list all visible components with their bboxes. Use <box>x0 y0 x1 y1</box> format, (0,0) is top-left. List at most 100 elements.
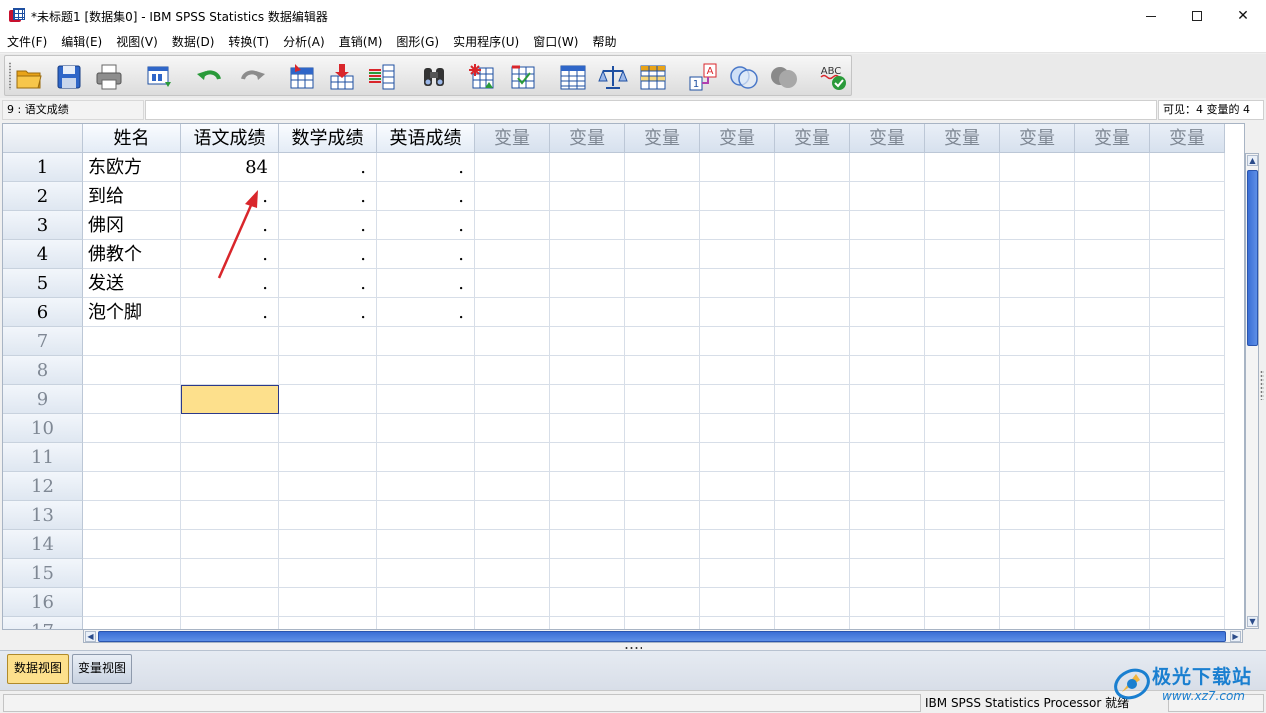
row-number[interactable]: 8 <box>3 356 83 385</box>
grid-cell[interactable] <box>1000 211 1075 240</box>
grid-cell[interactable] <box>377 443 475 472</box>
grid-cell[interactable]: 佛教个 <box>83 240 181 269</box>
grid-cell[interactable] <box>1150 211 1225 240</box>
grid-cell[interactable] <box>850 385 925 414</box>
grid-cell[interactable] <box>1150 240 1225 269</box>
grid-cell[interactable] <box>83 472 181 501</box>
grid-cell[interactable] <box>850 356 925 385</box>
grid-cell[interactable] <box>1000 269 1075 298</box>
grid-cell[interactable] <box>775 153 850 182</box>
column-header-empty-variable[interactable]: 变量 <box>550 124 625 153</box>
grid-cell[interactable] <box>83 443 181 472</box>
grid-cell[interactable] <box>700 501 775 530</box>
grid-cell[interactable]: . <box>377 182 475 211</box>
grid-cell[interactable]: . <box>181 298 279 327</box>
grid-cell[interactable] <box>475 211 550 240</box>
grid-cell[interactable] <box>1000 327 1075 356</box>
column-header[interactable]: 语文成绩 <box>181 124 279 153</box>
grid-cell[interactable] <box>475 182 550 211</box>
grid-cell[interactable] <box>625 588 700 617</box>
grid-cell[interactable] <box>279 443 377 472</box>
grid-cell[interactable] <box>925 414 1000 443</box>
grid-cell[interactable] <box>83 501 181 530</box>
grid-cell[interactable] <box>925 588 1000 617</box>
menu-window[interactable]: 窗口(W) <box>526 32 585 53</box>
grid-cell[interactable] <box>925 356 1000 385</box>
menu-file[interactable]: 文件(F) <box>0 32 54 53</box>
grid-cell[interactable] <box>181 501 279 530</box>
grid-cell[interactable] <box>775 559 850 588</box>
spell-check-button[interactable]: ABC <box>818 62 848 92</box>
grid-cell[interactable] <box>1150 414 1225 443</box>
column-header-empty-variable[interactable]: 变量 <box>700 124 775 153</box>
grid-cell[interactable] <box>700 530 775 559</box>
grid-cell[interactable] <box>1000 588 1075 617</box>
row-number[interactable]: 3 <box>3 211 83 240</box>
grid-cell[interactable] <box>550 414 625 443</box>
horizontal-scrollbar[interactable]: ◀ ▶ <box>83 629 1243 643</box>
grid-cell[interactable] <box>700 153 775 182</box>
grid-cell[interactable] <box>1000 298 1075 327</box>
grid-cell[interactable]: . <box>279 298 377 327</box>
grid-cell[interactable] <box>279 327 377 356</box>
grid-cell[interactable] <box>475 530 550 559</box>
grid-cell[interactable] <box>775 269 850 298</box>
grid-cell[interactable] <box>1075 472 1150 501</box>
grid-cell[interactable] <box>181 472 279 501</box>
row-number[interactable]: 5 <box>3 269 83 298</box>
grid-cell[interactable] <box>1075 501 1150 530</box>
grid-cell[interactable] <box>925 211 1000 240</box>
grid-cell[interactable] <box>850 298 925 327</box>
grid-cell[interactable]: . <box>377 269 475 298</box>
grid-cell[interactable] <box>550 559 625 588</box>
row-number[interactable]: 17 <box>3 617 83 629</box>
grid-cell[interactable] <box>850 472 925 501</box>
grid-cell[interactable] <box>1000 182 1075 211</box>
column-header-empty-variable[interactable]: 变量 <box>850 124 925 153</box>
grid-cell[interactable] <box>1150 588 1225 617</box>
menu-graphs[interactable]: 图形(G) <box>389 32 446 53</box>
grid-cell[interactable] <box>279 530 377 559</box>
grid-cell[interactable] <box>475 588 550 617</box>
grid-cell[interactable]: . <box>279 182 377 211</box>
grid-cell[interactable] <box>775 182 850 211</box>
grid-cell[interactable] <box>925 298 1000 327</box>
print-button[interactable] <box>94 62 124 92</box>
grid-cell[interactable] <box>850 153 925 182</box>
minimize-button[interactable] <box>1128 0 1174 32</box>
grid-cell[interactable] <box>775 443 850 472</box>
menu-direct-marketing[interactable]: 直销(M) <box>332 32 390 53</box>
grid-cell[interactable] <box>475 385 550 414</box>
grid-cell[interactable] <box>550 530 625 559</box>
scroll-down-icon[interactable]: ▼ <box>1247 616 1258 627</box>
grid-cell[interactable] <box>700 269 775 298</box>
grid-cell[interactable] <box>1075 182 1150 211</box>
grid-cell[interactable] <box>925 182 1000 211</box>
grid-cell[interactable] <box>279 385 377 414</box>
grid-cell[interactable] <box>1150 443 1225 472</box>
grid-cell[interactable] <box>625 385 700 414</box>
menu-help[interactable]: 帮助 <box>585 32 623 53</box>
grid-cell[interactable] <box>181 356 279 385</box>
grid-cell[interactable] <box>475 356 550 385</box>
row-number[interactable]: 6 <box>3 298 83 327</box>
grid-cell[interactable] <box>1150 385 1225 414</box>
grid-cell[interactable] <box>925 559 1000 588</box>
row-number[interactable]: 16 <box>3 588 83 617</box>
grid-cell[interactable] <box>1075 240 1150 269</box>
grid-cell[interactable] <box>775 385 850 414</box>
grid-cell[interactable] <box>1075 588 1150 617</box>
find-button[interactable] <box>419 62 449 92</box>
grid-cell[interactable] <box>925 501 1000 530</box>
grid-cell[interactable] <box>550 327 625 356</box>
grid-cell[interactable] <box>1000 414 1075 443</box>
grid-cell[interactable] <box>1075 356 1150 385</box>
grid-cell[interactable]: . <box>279 269 377 298</box>
save-button[interactable] <box>54 62 84 92</box>
grid-cell[interactable] <box>550 269 625 298</box>
grid-cell[interactable]: 84 <box>181 153 279 182</box>
grid-cell[interactable] <box>181 443 279 472</box>
grid-cell[interactable] <box>475 414 550 443</box>
grid-cell[interactable]: 泡个脚 <box>83 298 181 327</box>
row-number[interactable]: 9 <box>3 385 83 414</box>
